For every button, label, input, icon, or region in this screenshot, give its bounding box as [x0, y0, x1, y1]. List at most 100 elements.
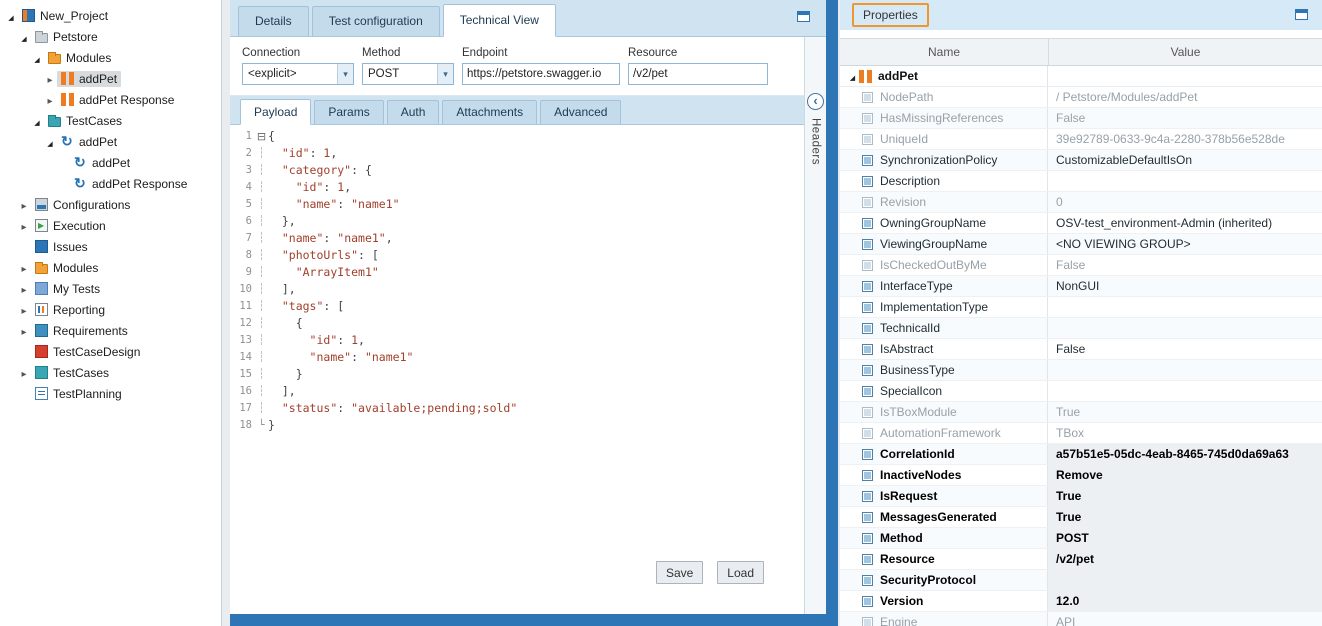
- tree-item-addpet[interactable]: addPet: [0, 131, 221, 152]
- tree-node[interactable]: TestPlanning: [31, 386, 126, 402]
- tree-item-execution[interactable]: Execution: [0, 215, 221, 236]
- load-button[interactable]: Load: [717, 561, 764, 584]
- tree-node[interactable]: TestCases: [44, 113, 126, 129]
- property-root-row[interactable]: addPet: [840, 66, 1322, 87]
- tree-node[interactable]: New_Project: [18, 8, 112, 24]
- property-value-cell[interactable]: True: [1048, 507, 1322, 527]
- property-value-cell[interactable]: [1048, 570, 1322, 590]
- expand-headers-icon[interactable]: [807, 93, 824, 110]
- property-value-cell[interactable]: API: [1048, 612, 1322, 626]
- tree-item-configurations[interactable]: Configurations: [0, 194, 221, 215]
- collapse-arrow-icon[interactable]: [4, 9, 18, 23]
- tab-details[interactable]: Details: [238, 6, 309, 36]
- tree-item-new-project[interactable]: New_Project: [0, 5, 221, 26]
- tree-node[interactable]: Configurations: [31, 197, 134, 213]
- property-row-viewinggroupname[interactable]: ViewingGroupName<NO VIEWING GROUP>: [840, 234, 1322, 255]
- property-value-cell[interactable]: [1048, 318, 1322, 338]
- fold-collapse-icon[interactable]: ⊟: [255, 128, 268, 145]
- tree-item-modules[interactable]: Modules: [0, 47, 221, 68]
- chevron-down-icon[interactable]: ▾: [337, 64, 353, 84]
- property-row-isrequest[interactable]: IsRequestTrue: [840, 486, 1322, 507]
- tree-item-requirements[interactable]: Requirements: [0, 320, 221, 341]
- tab-technical-view[interactable]: Technical View: [443, 4, 556, 37]
- property-row-resource[interactable]: Resource/v2/pet: [840, 549, 1322, 570]
- property-row-owninggroupname[interactable]: OwningGroupNameOSV-test_environment-Admi…: [840, 213, 1322, 234]
- expand-arrow-icon[interactable]: [17, 324, 31, 338]
- tree-item-addpet-response[interactable]: addPet Response: [0, 89, 221, 110]
- property-value-cell[interactable]: <NO VIEWING GROUP>: [1048, 234, 1322, 254]
- tree-item-testplanning[interactable]: TestPlanning: [0, 383, 221, 404]
- property-value-cell[interactable]: True: [1048, 486, 1322, 506]
- property-row-specialicon[interactable]: SpecialIcon: [840, 381, 1322, 402]
- tree-node[interactable]: addPet: [57, 134, 121, 150]
- tree-item-testcases[interactable]: TestCases: [0, 110, 221, 131]
- subtab-payload[interactable]: Payload: [240, 99, 311, 125]
- subtab-attachments[interactable]: Attachments: [442, 100, 537, 124]
- panel-divider[interactable]: [222, 0, 230, 626]
- property-value-cell[interactable]: 39e92789-0633-9c4a-2280-378b56e528de: [1048, 129, 1322, 149]
- subtab-auth[interactable]: Auth: [387, 100, 440, 124]
- property-row-istboxmodule[interactable]: IsTBoxModuleTrue: [840, 402, 1322, 423]
- property-value-cell[interactable]: /v2/pet: [1048, 549, 1322, 569]
- tree-node[interactable]: Modules: [31, 260, 102, 276]
- tree-item-reporting[interactable]: Reporting: [0, 299, 221, 320]
- tree-node[interactable]: Reporting: [31, 302, 109, 318]
- property-value-cell[interactable]: TBox: [1048, 423, 1322, 443]
- collapse-arrow-icon[interactable]: [846, 69, 859, 83]
- expand-arrow-icon[interactable]: [17, 303, 31, 317]
- property-value-cell[interactable]: a57b51e5-05dc-4eab-8465-745d0da69a63: [1048, 444, 1322, 464]
- tree-node[interactable]: Modules: [44, 50, 115, 66]
- property-value-cell[interactable]: [1048, 297, 1322, 317]
- connection-select[interactable]: <explicit> ▾: [242, 63, 354, 85]
- property-value-cell[interactable]: / Petstore/Modules/addPet: [1048, 87, 1322, 107]
- tree-item-petstore[interactable]: Petstore: [0, 26, 221, 47]
- property-row-hasmissingreferences[interactable]: HasMissingReferencesFalse: [840, 108, 1322, 129]
- property-row-businesstype[interactable]: BusinessType: [840, 360, 1322, 381]
- property-row-synchronizationpolicy[interactable]: SynchronizationPolicyCustomizableDefault…: [840, 150, 1322, 171]
- tree-item-my-tests[interactable]: My Tests: [0, 278, 221, 299]
- property-row-isabstract[interactable]: IsAbstractFalse: [840, 339, 1322, 360]
- tree-item-modules[interactable]: Modules: [0, 257, 221, 278]
- property-value-cell[interactable]: POST: [1048, 528, 1322, 548]
- collapse-arrow-icon[interactable]: [30, 51, 44, 65]
- tree-node[interactable]: addPet Response: [70, 176, 191, 192]
- expand-arrow-icon[interactable]: [43, 93, 57, 107]
- expand-arrow-icon[interactable]: [43, 72, 57, 86]
- property-value-cell[interactable]: NonGUI: [1048, 276, 1322, 296]
- property-row-revision[interactable]: Revision0: [840, 192, 1322, 213]
- properties-tab[interactable]: Properties: [852, 3, 929, 27]
- collapse-arrow-icon[interactable]: [43, 135, 57, 149]
- tree-node[interactable]: addPet: [70, 155, 134, 171]
- property-value-cell[interactable]: False: [1048, 108, 1322, 128]
- property-value-cell[interactable]: True: [1048, 402, 1322, 422]
- property-row-description[interactable]: Description: [840, 171, 1322, 192]
- tree-node[interactable]: addPet: [57, 71, 121, 87]
- property-value-cell[interactable]: Remove: [1048, 465, 1322, 485]
- property-row-version[interactable]: Version12.0: [840, 591, 1322, 612]
- tree-item-addpet[interactable]: addPet: [0, 152, 221, 173]
- tree-node[interactable]: addPet Response: [57, 92, 178, 108]
- expand-arrow-icon[interactable]: [17, 282, 31, 296]
- property-row-correlationid[interactable]: CorrelationIda57b51e5-05dc-4eab-8465-745…: [840, 444, 1322, 465]
- subtab-params[interactable]: Params: [314, 100, 383, 124]
- tree-node[interactable]: TestCases: [31, 365, 113, 381]
- collapse-arrow-icon[interactable]: [17, 30, 31, 44]
- expand-arrow-icon[interactable]: [17, 261, 31, 275]
- tree-item-issues[interactable]: Issues: [0, 236, 221, 257]
- expand-arrow-icon[interactable]: [17, 366, 31, 380]
- property-row-method[interactable]: MethodPOST: [840, 528, 1322, 549]
- expand-arrow-icon[interactable]: [17, 198, 31, 212]
- payload-editor[interactable]: 1⊟{2┆ "id": 1,3┆ "category": {4┆ "id": 1…: [230, 125, 804, 614]
- property-row-engine[interactable]: EngineAPI: [840, 612, 1322, 626]
- property-value-cell[interactable]: [1048, 360, 1322, 380]
- property-row-automationframework[interactable]: AutomationFrameworkTBox: [840, 423, 1322, 444]
- expand-arrow-icon[interactable]: [17, 219, 31, 233]
- dock-icon[interactable]: [797, 11, 810, 22]
- property-row-messagesgenerated[interactable]: MessagesGeneratedTrue: [840, 507, 1322, 528]
- property-value-cell[interactable]: 12.0: [1048, 591, 1322, 611]
- chevron-down-icon[interactable]: ▾: [437, 64, 453, 84]
- property-value-cell[interactable]: CustomizableDefaultIsOn: [1048, 150, 1322, 170]
- tree-node[interactable]: Issues: [31, 239, 92, 255]
- property-row-uniqueid[interactable]: UniqueId39e92789-0633-9c4a-2280-378b56e5…: [840, 129, 1322, 150]
- property-row-interfacetype[interactable]: InterfaceTypeNonGUI: [840, 276, 1322, 297]
